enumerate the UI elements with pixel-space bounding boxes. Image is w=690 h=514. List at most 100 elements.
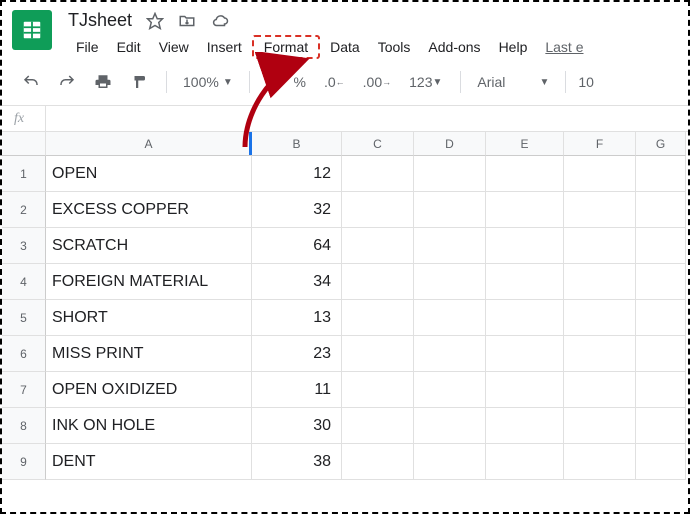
row-header[interactable]: 3 — [2, 228, 46, 264]
cell[interactable] — [342, 264, 414, 300]
increase-decimal-button[interactable]: .00→ — [357, 70, 397, 94]
cell[interactable] — [486, 156, 564, 192]
row-header[interactable]: 7 — [2, 372, 46, 408]
cell[interactable] — [486, 444, 564, 480]
cell[interactable] — [486, 336, 564, 372]
cell[interactable]: DENT — [46, 444, 252, 480]
row-header[interactable]: 1 — [2, 156, 46, 192]
cell[interactable]: EXCESS COPPER — [46, 192, 252, 228]
cell[interactable] — [342, 300, 414, 336]
cell[interactable] — [414, 336, 486, 372]
menu-edit[interactable]: Edit — [109, 35, 149, 59]
menu-view[interactable]: View — [151, 35, 197, 59]
paint-format-button[interactable] — [124, 69, 154, 95]
cell[interactable]: 34 — [252, 264, 342, 300]
select-all-corner[interactable] — [2, 132, 46, 156]
cell[interactable] — [636, 156, 686, 192]
cell[interactable] — [342, 336, 414, 372]
cell[interactable] — [414, 192, 486, 228]
cell[interactable]: 23 — [252, 336, 342, 372]
column-header-b[interactable]: B — [252, 132, 342, 156]
cell[interactable] — [564, 192, 636, 228]
cell[interactable]: 30 — [252, 408, 342, 444]
cell[interactable]: SHORT — [46, 300, 252, 336]
cell[interactable] — [486, 300, 564, 336]
cell[interactable] — [414, 300, 486, 336]
row-header[interactable]: 9 — [2, 444, 46, 480]
cell[interactable] — [564, 156, 636, 192]
cell[interactable] — [486, 228, 564, 264]
cell[interactable] — [636, 264, 686, 300]
redo-button[interactable] — [52, 69, 82, 95]
menu-tools[interactable]: Tools — [370, 35, 419, 59]
cell[interactable]: SCRATCH — [46, 228, 252, 264]
cell[interactable] — [564, 300, 636, 336]
cell[interactable] — [342, 228, 414, 264]
cell[interactable] — [636, 444, 686, 480]
cell[interactable]: 12 — [252, 156, 342, 192]
cell[interactable] — [342, 408, 414, 444]
number-format-dropdown[interactable]: 123▼ — [403, 70, 448, 94]
cell[interactable]: OPEN — [46, 156, 252, 192]
cell[interactable]: 64 — [252, 228, 342, 264]
cell[interactable] — [486, 408, 564, 444]
zoom-dropdown[interactable]: 100%▼ — [179, 74, 237, 90]
cell[interactable]: 13 — [252, 300, 342, 336]
menu-last-edit[interactable]: Last e — [537, 35, 591, 59]
cell[interactable]: 38 — [252, 444, 342, 480]
cell[interactable] — [636, 300, 686, 336]
cell[interactable] — [564, 264, 636, 300]
column-header-d[interactable]: D — [414, 132, 486, 156]
cell[interactable] — [414, 264, 486, 300]
percent-button[interactable]: % — [288, 70, 312, 94]
cell[interactable]: MISS PRINT — [46, 336, 252, 372]
menu-insert[interactable]: Insert — [199, 35, 250, 59]
cell[interactable] — [414, 156, 486, 192]
cell[interactable] — [636, 372, 686, 408]
menu-format[interactable]: Format — [252, 35, 320, 59]
menu-file[interactable]: File — [68, 35, 107, 59]
cell[interactable] — [342, 444, 414, 480]
document-title[interactable]: TJsheet — [68, 10, 132, 31]
cell[interactable] — [636, 192, 686, 228]
cell[interactable]: OPEN OXIDIZED — [46, 372, 252, 408]
cell[interactable] — [564, 444, 636, 480]
move-folder-icon[interactable] — [178, 12, 196, 30]
cell[interactable] — [636, 228, 686, 264]
cell[interactable] — [486, 372, 564, 408]
cell[interactable] — [636, 408, 686, 444]
cell[interactable] — [414, 228, 486, 264]
cell[interactable] — [342, 372, 414, 408]
row-header[interactable]: 8 — [2, 408, 46, 444]
column-header-e[interactable]: E — [486, 132, 564, 156]
font-size-input[interactable]: 10 — [578, 74, 608, 90]
cell[interactable] — [414, 408, 486, 444]
cell[interactable]: 32 — [252, 192, 342, 228]
row-header[interactable]: 4 — [2, 264, 46, 300]
cell[interactable]: FOREIGN MATERIAL — [46, 264, 252, 300]
cell[interactable] — [564, 408, 636, 444]
undo-button[interactable] — [16, 69, 46, 95]
decrease-decimal-button[interactable]: .0← — [318, 70, 351, 94]
menu-help[interactable]: Help — [491, 35, 536, 59]
cell[interactable] — [564, 372, 636, 408]
print-button[interactable] — [88, 69, 118, 95]
column-header-f[interactable]: F — [564, 132, 636, 156]
cell[interactable] — [564, 228, 636, 264]
cell[interactable] — [486, 264, 564, 300]
menu-data[interactable]: Data — [322, 35, 368, 59]
row-header[interactable]: 2 — [2, 192, 46, 228]
cloud-status-icon[interactable] — [210, 12, 230, 30]
star-icon[interactable] — [146, 12, 164, 30]
cell[interactable] — [342, 156, 414, 192]
cell[interactable] — [342, 192, 414, 228]
row-header[interactable]: 5 — [2, 300, 46, 336]
column-header-g[interactable]: G — [636, 132, 686, 156]
cell[interactable] — [414, 372, 486, 408]
formula-input[interactable] — [46, 106, 688, 131]
currency-button[interactable]: $ — [262, 70, 282, 94]
menu-addons[interactable]: Add-ons — [420, 35, 488, 59]
cell[interactable] — [414, 444, 486, 480]
column-header-c[interactable]: C — [342, 132, 414, 156]
row-header[interactable]: 6 — [2, 336, 46, 372]
